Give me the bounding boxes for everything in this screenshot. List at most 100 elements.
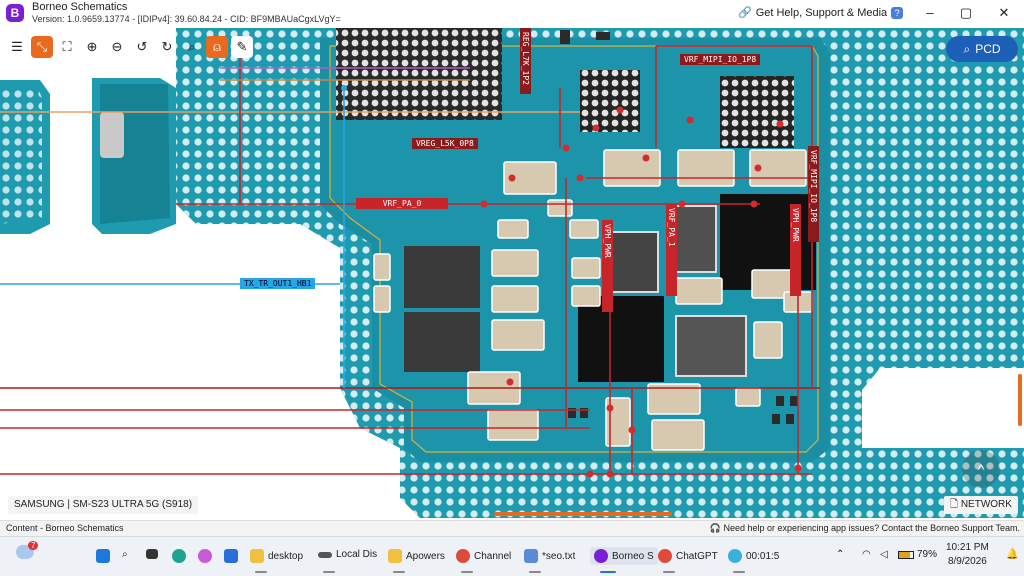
net-label-tx-tr-out1[interactable]: TX_TR_OUT1_HB1 [240,278,316,289]
shield-clip [100,112,124,158]
clock-time: 10:21 PM [946,542,989,553]
taskbar-app-channel[interactable]: Channel [456,549,511,563]
minimize-button[interactable]: – [912,3,948,23]
copilot-button[interactable] [198,549,212,563]
close-button[interactable]: ✕ [986,3,1022,23]
mouse-mode-button[interactable]: ⍝ [206,36,228,58]
windows-icon [96,549,110,563]
net-label-vrf-mipi-io-vertical[interactable]: VRF_MIPI_IO_1P8 [808,146,819,242]
mouse-icon: ⍝ [213,39,221,54]
running-indicator [733,571,745,573]
network-label: NETWORK [960,499,1012,510]
support-link[interactable]: 🎧 Need help or experiencing app issues? … [710,523,1020,534]
store-button[interactable] [224,549,238,563]
taskbar-app-apowers[interactable]: Apowers [388,549,445,563]
app-title: Borneo Schematics [32,1,128,13]
chrome-icon [658,549,672,563]
weather-badge: 7 [28,541,39,550]
inductor-1 [404,246,480,308]
borneo-logo-icon: B [6,4,24,22]
status-left-text: Content - Borneo Schematics [6,523,124,533]
taskbar-app-desktop[interactable]: desktop [250,549,303,563]
taskbar-clock[interactable]: 10:21 PM 8/9/2026 [946,541,989,569]
support-text: Need help or experiencing app issues? Co… [723,523,1020,533]
wifi-icon[interactable]: ◠ [862,549,871,560]
canvas-toolbar: ☰ ⤡ ⛶ ⊕ ⊖ ↺ ↻ ⌕ ⍝ ✎ [6,36,253,62]
search-icon: ⌕ [188,39,196,54]
board-view [0,28,1024,518]
notepad-icon [524,549,538,563]
drive-icon [318,551,332,558]
title-bar: B Borneo Schematics Version: 1.0.9659.13… [0,0,1024,28]
taskbar-app-label: 00:01:5 [746,550,780,562]
task-view-button[interactable] [146,549,158,559]
rotate-right-button[interactable]: ↻ [156,36,178,58]
network-button[interactable]: 🗋 NETWORK [944,496,1018,514]
battery-indicator[interactable]: 79% [898,549,937,560]
vertical-scrollbar [1018,374,1022,426]
taskbar-app-label: Apowers [406,550,445,562]
rotate-left-button[interactable]: ↺ [131,36,153,58]
maximize-button[interactable]: ▢ [948,3,984,23]
scroll-up-button[interactable]: ^ [962,450,1000,488]
zoom-out-button[interactable]: ⊖ [106,36,128,58]
notification-bell-icon[interactable]: 🔔 [1006,549,1018,560]
windows-taskbar: 7 ⌕ desktop Local Dis Apowers Channel *s… [0,536,1024,576]
net-label-vph-pwr-b[interactable]: VPH_PWR [790,204,801,296]
volume-icon[interactable]: ◁ [880,549,888,560]
pcd-button[interactable]: ⌕ PCD [946,36,1018,62]
taskbar-app-borneo[interactable]: Borneo S [590,547,658,565]
rotate-right-icon: ↻ [161,39,173,54]
tray-overflow-icon[interactable]: ⌃ [836,549,844,560]
taskbar-app-label: Local Dis [336,549,378,560]
search-icon: ⌕ [122,549,128,560]
edge-button[interactable] [172,549,186,563]
battery-icon [898,550,914,559]
horizontal-scrollbar [494,512,672,516]
zoom-in-button[interactable]: ⊕ [81,36,103,58]
compress-button[interactable]: ⤡ [31,36,53,58]
zoom-in-icon: ⊕ [86,39,98,54]
weather-widget[interactable]: 7 [16,541,39,559]
taskbar-app-local-disk[interactable]: Local Dis [318,549,377,560]
app-version: Version: 1.0.9659.13774 - [IDIPv4]: 39.6… [32,14,341,24]
net-label-vreg-l7k[interactable]: REG_L7K_1P2 [520,28,531,94]
help-badge-icon: ? [891,6,904,19]
taskbar-search-button[interactable]: ⌕ [122,549,128,560]
taskbar-app-seo[interactable]: *seo.txt [524,549,575,563]
net-label-vrf-pa-0[interactable]: VRF_PA_0 [356,198,448,209]
link-icon: 🔗 [738,7,752,19]
store-icon [224,549,238,563]
fit-screen-button[interactable]: ⛶ [56,36,78,58]
draw-button[interactable]: ✎ [231,36,253,58]
borneo-icon [594,549,608,563]
status-bar: Content - Borneo Schematics 🎧 Need help … [0,520,1024,536]
zoom-out-icon: ⊖ [111,39,123,54]
taskbar-app-label: Borneo S [612,550,654,562]
expand-icon: ⛶ [62,39,72,54]
taskbar-app-recorder[interactable]: 00:01:5 [728,549,779,563]
active-indicator [600,571,616,573]
running-indicator [323,571,335,573]
running-indicator [663,571,675,573]
start-button[interactable] [96,549,110,563]
running-indicator [255,571,267,573]
help-label: Get Help, Support & Media [755,6,888,19]
inductor-3 [675,315,747,377]
folder-icon [388,549,402,563]
pen-icon: ✎ [236,39,248,54]
net-label-vph-pwr-a[interactable]: VPH_PWR [602,220,613,312]
list-button[interactable]: ☰ [6,36,28,58]
chrome-icon [456,549,470,563]
help-link[interactable]: 🔗 Get Help, Support & Media ? [738,6,904,19]
net-label-vreg-l5k[interactable]: VREG_L5K_0P8 [412,138,478,149]
taskbar-app-chatgpt[interactable]: ChatGPT [658,549,718,563]
net-label-vrf-mipi-io[interactable]: VRF_MIPI_IO_1P8 [680,54,761,65]
net-label-vrf-pa-1[interactable]: VRF_PA_1 [666,204,677,296]
edge-icon [172,549,186,563]
app-window: B Borneo Schematics Version: 1.0.9659.13… [0,0,1024,576]
running-indicator [393,571,405,573]
search-button[interactable]: ⌕ [181,36,203,58]
running-indicator [461,571,473,573]
board-canvas[interactable]: VREG_L5K_0P8 REG_L7K_1P2 VRF_MIPI_IO_1P8… [0,28,1024,518]
